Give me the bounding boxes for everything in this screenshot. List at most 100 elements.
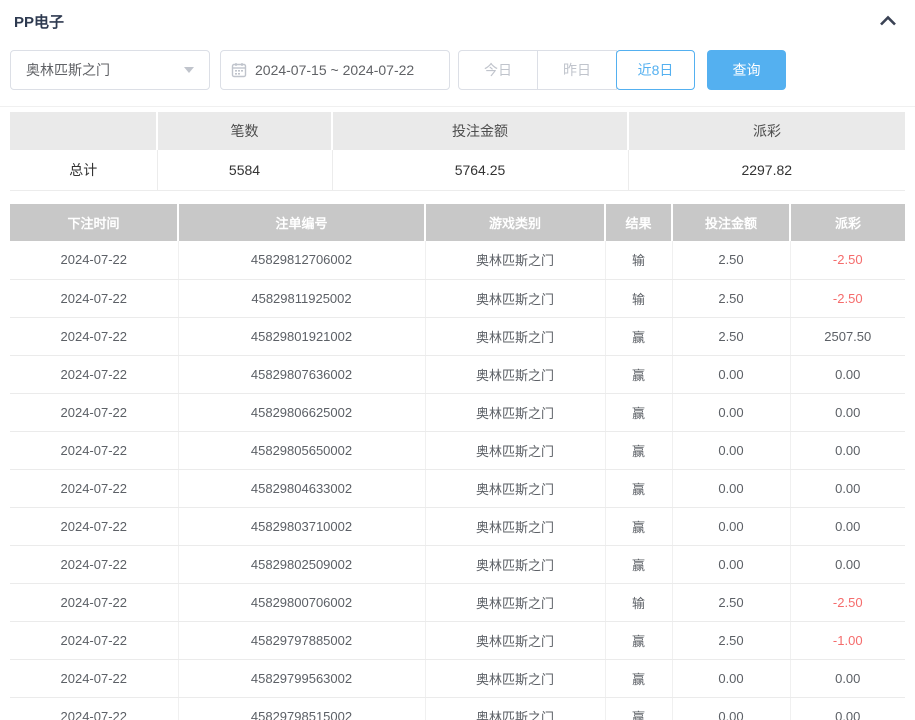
bet-time-cell: 2024-07-22 xyxy=(10,659,178,697)
result-cell: 赢 xyxy=(605,469,672,507)
table-row: 2024-07-2245829806625002奥林匹斯之门赢0.000.00 xyxy=(10,393,905,431)
summary-total-bet-amount: 5764.25 xyxy=(332,150,628,190)
bet-records-table: 下注时间 注单编号 游戏类别 结果 投注金额 派彩 2024-07-224582… xyxy=(10,204,905,720)
bet-time-cell: 2024-07-22 xyxy=(10,279,178,317)
chevron-up-icon xyxy=(879,15,897,26)
payout-cell: 0.00 xyxy=(790,697,905,720)
payout-cell: -2.50 xyxy=(790,279,905,317)
pp-games-panel: PP电子 奥林匹斯之门 xyxy=(0,0,915,720)
game-select[interactable]: 奥林匹斯之门 xyxy=(10,50,210,90)
game-type-cell: 奥林匹斯之门 xyxy=(425,659,605,697)
bet-id-cell: 45829804633002 xyxy=(178,469,425,507)
bet-id-cell: 45829812706002 xyxy=(178,241,425,279)
result-cell: 赢 xyxy=(605,621,672,659)
bet-amount-cell: 2.50 xyxy=(672,279,790,317)
bet-id-cell: 45829803710002 xyxy=(178,507,425,545)
last-8-days-button[interactable]: 近8日 xyxy=(616,50,695,90)
payout-cell: 0.00 xyxy=(790,545,905,583)
quick-date-button-group: 今日 昨日 近8日 xyxy=(458,50,695,90)
summary-header-payout: 派彩 xyxy=(628,112,905,150)
summary-total-payout: 2297.82 xyxy=(628,150,905,190)
bet-amount-cell: 0.00 xyxy=(672,697,790,720)
payout-cell: 0.00 xyxy=(790,431,905,469)
collapse-panel-button[interactable] xyxy=(877,10,899,30)
header-payout: 派彩 xyxy=(790,204,905,241)
bet-amount-cell: 0.00 xyxy=(672,355,790,393)
game-type-cell: 奥林匹斯之门 xyxy=(425,431,605,469)
header-bet-time: 下注时间 xyxy=(10,204,178,241)
bet-time-cell: 2024-07-22 xyxy=(10,241,178,279)
bet-time-cell: 2024-07-22 xyxy=(10,355,178,393)
bet-time-cell: 2024-07-22 xyxy=(10,583,178,621)
query-button[interactable]: 查询 xyxy=(707,50,786,90)
payout-cell: 0.00 xyxy=(790,469,905,507)
filter-bar: 奥林匹斯之门 2024-07-15 ~ 2024-07-22 xyxy=(0,50,915,90)
bet-id-cell: 45829805650002 xyxy=(178,431,425,469)
game-type-cell: 奥林匹斯之门 xyxy=(425,507,605,545)
bet-time-cell: 2024-07-22 xyxy=(10,317,178,355)
result-cell: 输 xyxy=(605,241,672,279)
summary-header-count: 笔数 xyxy=(157,112,332,150)
table-row: 2024-07-2245829801921002奥林匹斯之门赢2.502507.… xyxy=(10,317,905,355)
table-row: 2024-07-2245829804633002奥林匹斯之门赢0.000.00 xyxy=(10,469,905,507)
payout-cell: 0.00 xyxy=(790,355,905,393)
payout-cell: -2.50 xyxy=(790,583,905,621)
date-range-input[interactable]: 2024-07-15 ~ 2024-07-22 xyxy=(220,50,450,90)
game-type-cell: 奥林匹斯之门 xyxy=(425,279,605,317)
table-row: 2024-07-2245829799563002奥林匹斯之门赢0.000.00 xyxy=(10,659,905,697)
bet-id-cell: 45829801921002 xyxy=(178,317,425,355)
payout-cell: -1.00 xyxy=(790,621,905,659)
table-row: 2024-07-2245829805650002奥林匹斯之门赢0.000.00 xyxy=(10,431,905,469)
table-row: 2024-07-2245829800706002奥林匹斯之门输2.50-2.50 xyxy=(10,583,905,621)
result-cell: 输 xyxy=(605,583,672,621)
result-cell: 赢 xyxy=(605,355,672,393)
bet-amount-cell: 0.00 xyxy=(672,393,790,431)
bet-time-cell: 2024-07-22 xyxy=(10,697,178,720)
game-select-value: 奥林匹斯之门 xyxy=(26,60,184,80)
bet-time-cell: 2024-07-22 xyxy=(10,431,178,469)
bet-id-cell: 45829797885002 xyxy=(178,621,425,659)
table-row: 2024-07-2245829807636002奥林匹斯之门赢0.000.00 xyxy=(10,355,905,393)
bet-amount-cell: 0.00 xyxy=(672,469,790,507)
payout-cell: 2507.50 xyxy=(790,317,905,355)
result-cell: 输 xyxy=(605,279,672,317)
result-cell: 赢 xyxy=(605,317,672,355)
game-type-cell: 奥林匹斯之门 xyxy=(425,355,605,393)
calendar-icon xyxy=(231,62,247,78)
bet-table-header-row: 下注时间 注单编号 游戏类别 结果 投注金额 派彩 xyxy=(10,204,905,241)
bet-id-cell: 45829811925002 xyxy=(178,279,425,317)
summary-header-row: 笔数 投注金额 派彩 xyxy=(10,112,905,150)
game-type-cell: 奥林匹斯之门 xyxy=(425,583,605,621)
summary-header-bet-amount: 投注金额 xyxy=(332,112,628,150)
bet-id-cell: 45829798515002 xyxy=(178,697,425,720)
bet-time-cell: 2024-07-22 xyxy=(10,393,178,431)
bet-amount-cell: 0.00 xyxy=(672,431,790,469)
today-button[interactable]: 今日 xyxy=(458,50,538,90)
table-row: 2024-07-2245829802509002奥林匹斯之门赢0.000.00 xyxy=(10,545,905,583)
game-type-cell: 奥林匹斯之门 xyxy=(425,241,605,279)
panel-header: PP电子 xyxy=(0,0,915,40)
result-cell: 赢 xyxy=(605,507,672,545)
bet-amount-cell: 2.50 xyxy=(672,583,790,621)
result-cell: 赢 xyxy=(605,545,672,583)
bet-table-body: 2024-07-2245829812706002奥林匹斯之门输2.50-2.50… xyxy=(10,241,905,720)
bet-amount-cell: 0.00 xyxy=(672,659,790,697)
summary-table: 笔数 投注金额 派彩 总计 5584 5764.25 2297.82 xyxy=(10,112,905,191)
game-type-cell: 奥林匹斯之门 xyxy=(425,621,605,659)
bet-amount-cell: 0.00 xyxy=(672,545,790,583)
date-range-value: 2024-07-15 ~ 2024-07-22 xyxy=(255,62,414,78)
bet-id-cell: 45829806625002 xyxy=(178,393,425,431)
payout-cell: 0.00 xyxy=(790,507,905,545)
bet-amount-cell: 2.50 xyxy=(672,317,790,355)
game-type-cell: 奥林匹斯之门 xyxy=(425,393,605,431)
header-result: 结果 xyxy=(605,204,672,241)
game-type-cell: 奥林匹斯之门 xyxy=(425,545,605,583)
summary-total-row: 总计 5584 5764.25 2297.82 xyxy=(10,150,905,190)
summary-total-label: 总计 xyxy=(10,150,157,190)
summary-header-blank xyxy=(10,112,157,150)
yesterday-button[interactable]: 昨日 xyxy=(537,50,617,90)
summary-total-count: 5584 xyxy=(157,150,332,190)
result-cell: 赢 xyxy=(605,659,672,697)
result-cell: 赢 xyxy=(605,393,672,431)
payout-cell: 0.00 xyxy=(790,659,905,697)
